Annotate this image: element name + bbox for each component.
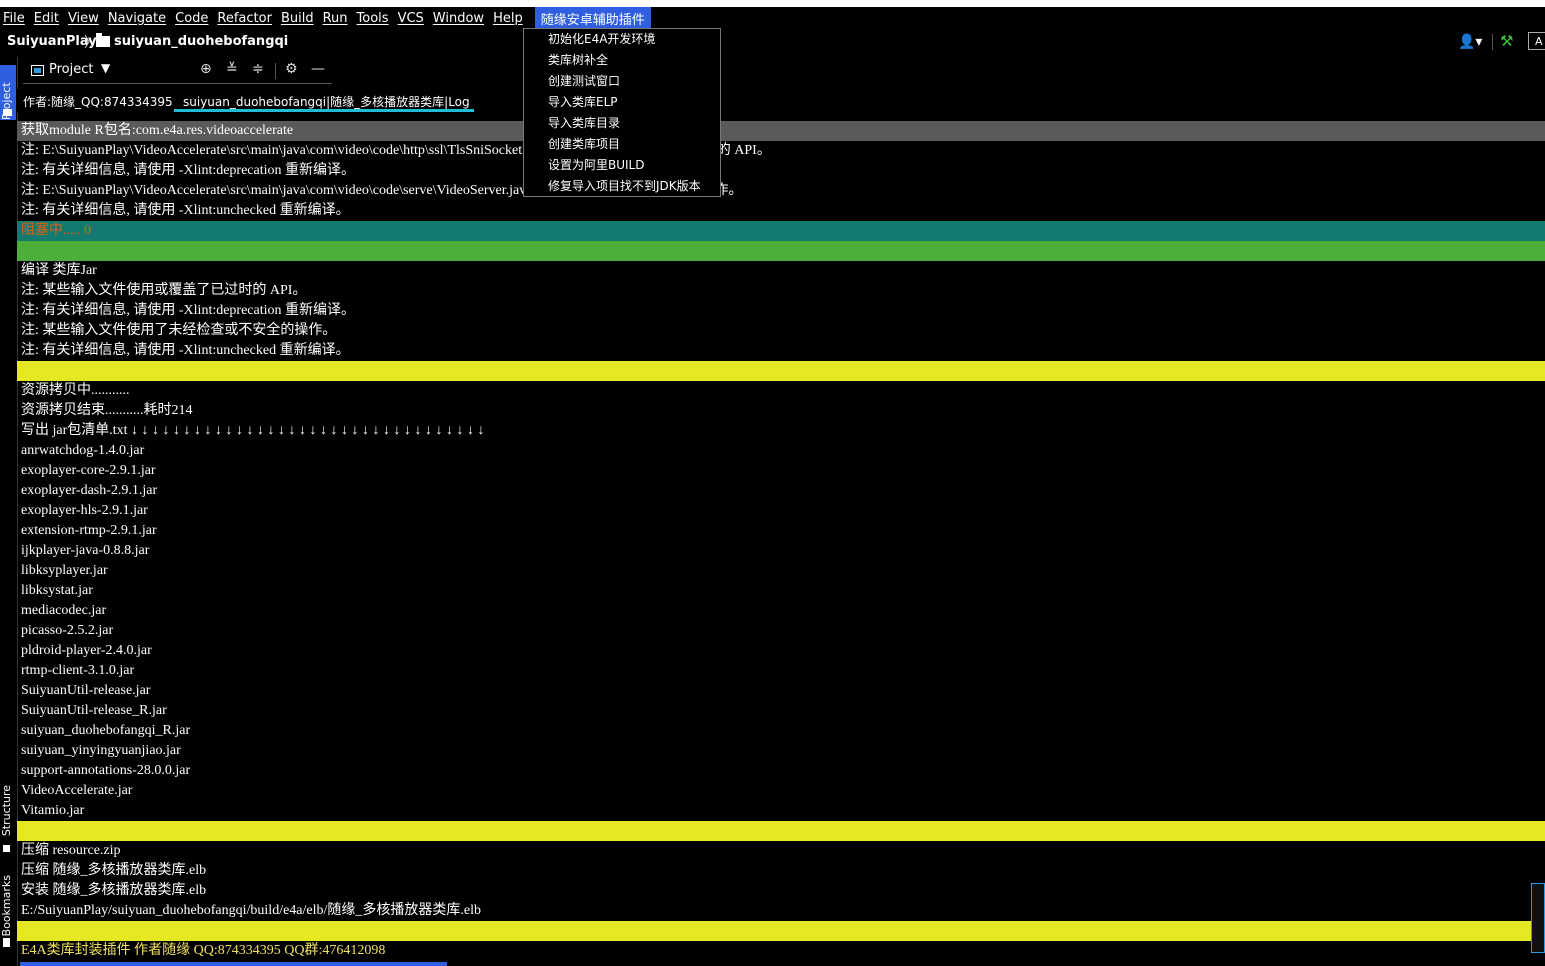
- console-line: 压缩 resource.zip: [21, 843, 121, 858]
- plugin-menu-item[interactable]: 导入类库ELP: [524, 92, 720, 113]
- run-config-button[interactable]: A: [1528, 32, 1545, 50]
- console-line: exoplayer-core-2.9.1.jar: [21, 463, 156, 478]
- console-line: 获取module R包名:com.e4a.res.videoaccelerate: [17, 121, 1545, 141]
- plugin-dropdown-menu: 初始化E4A开发环境 类库树补全 创建测试窗口 导入类库ELP 导入类库目录 创建类库项目…: [523, 28, 721, 197]
- tab-log[interactable]: suiyuan_duohebofangqi|随缘_多核播放器类库|Log: [183, 93, 470, 110]
- console-line: pldroid-player-2.4.0.jar: [21, 643, 152, 658]
- console-tab-bar: 作者:随缘_QQ:874334395 suiyuan_duohebofangqi…: [17, 89, 1545, 113]
- console-line: [17, 921, 1545, 941]
- menu-tools[interactable]: Tools: [354, 11, 395, 26]
- console-line: exoplayer-dash-2.9.1.jar: [21, 483, 158, 498]
- menu-plugin[interactable]: 随缘安卓辅助插件: [534, 6, 651, 30]
- plugin-menu-item[interactable]: 导入类库目录: [524, 113, 720, 134]
- menu-view[interactable]: View: [65, 11, 105, 26]
- breadcrumb-module[interactable]: suiyuan_duohebofangqi: [114, 34, 288, 49]
- console-line: [17, 361, 1545, 381]
- plugin-menu-item[interactable]: 设置为阿里BUILD: [524, 155, 720, 176]
- console-line: 资源拷贝结束...........耗时214: [21, 403, 193, 418]
- console-line: exoplayer-hls-2.9.1.jar: [21, 503, 148, 518]
- project-folder-icon: [3, 109, 12, 116]
- console-line: VideoAccelerate.jar: [21, 783, 133, 798]
- expand-all-icon[interactable]: ≚: [226, 61, 238, 77]
- console-line: 注: 有关详细信息, 请使用 -Xlint:deprecation 重新编译。: [21, 163, 356, 178]
- scrollbar-thumb[interactable]: [1531, 883, 1545, 953]
- project-view-title[interactable]: Project: [49, 62, 93, 77]
- menu-navigate[interactable]: Navigate: [105, 11, 172, 26]
- console-footer-line: E4A类库封装插件 作者随缘 QQ:874334395 QQ群:47641209…: [21, 943, 386, 958]
- console-line: E:/SuiyuanPlay/suiyuan_duohebofangqi/bui…: [21, 903, 482, 918]
- menu-help[interactable]: Help: [490, 11, 529, 26]
- menu-window[interactable]: Window: [430, 11, 490, 26]
- navigation-bar: SuiyuanPlay 〉 suiyuan_duohebofangqi 👤▾ ⚒…: [0, 29, 1545, 55]
- blocked-status-text: 阻塞中..... 0: [21, 223, 91, 238]
- folder-icon: [96, 33, 110, 47]
- log-console[interactable]: 获取module R包名:com.e4a.res.videoaccelerate…: [17, 121, 1545, 964]
- menu-bar: File Edit View Navigate Code Refactor Bu…: [0, 6, 1545, 30]
- console-line: 注: E:\SuiyuanPlay\VideoAccelerate\src\ma…: [21, 183, 743, 198]
- menu-run[interactable]: Run: [320, 11, 354, 26]
- locate-icon[interactable]: ⊕: [200, 61, 212, 77]
- console-line: extension-rtmp-2.9.1.jar: [21, 523, 157, 538]
- toolbar-divider: [275, 63, 276, 79]
- menu-code[interactable]: Code: [172, 11, 214, 26]
- console-line: suiyuan_yinyingyuanjiao.jar: [21, 743, 181, 758]
- menu-refactor[interactable]: Refactor: [214, 11, 278, 26]
- collapse-all-icon[interactable]: ≑: [252, 61, 264, 77]
- console-line: SuiyuanUtil-release.jar: [21, 683, 151, 698]
- console-line: 压缩 随缘_多核播放器类库.elb: [21, 863, 207, 878]
- console-line: rtmp-client-3.1.0.jar: [21, 663, 135, 678]
- console-line: suiyuan_duohebofangqi_R.jar: [21, 723, 191, 738]
- console-line: 资源拷贝中...........: [21, 383, 130, 398]
- console-line: [17, 241, 1545, 261]
- console-line: support-annotations-28.0.0.jar: [21, 763, 191, 778]
- gear-icon[interactable]: ⚙: [285, 61, 298, 77]
- console-line: 注: E:\SuiyuanPlay\VideoAccelerate\src\ma…: [21, 143, 771, 158]
- project-tool-window-header: Project ▼ ⊕ ≚ ≑ ⚙ —: [23, 58, 332, 84]
- menu-edit[interactable]: Edit: [31, 11, 65, 26]
- console-line: ijkplayer-java-0.8.8.jar: [21, 543, 150, 558]
- menu-file[interactable]: File: [0, 11, 31, 26]
- plugin-menu-item[interactable]: 创建测试窗口: [524, 71, 720, 92]
- console-line: 注: 有关详细信息, 请使用 -Xlint:deprecation 重新编译。: [21, 303, 356, 318]
- console-line: 阻塞中..... 0: [17, 221, 1545, 241]
- menu-vcs[interactable]: VCS: [395, 11, 430, 26]
- plugin-menu-item[interactable]: 类库树补全: [524, 50, 720, 71]
- toolbar-divider: [1492, 34, 1493, 50]
- hammer-icon[interactable]: ⚒: [1500, 32, 1518, 50]
- tab-author[interactable]: 作者:随缘_QQ:874334395: [23, 93, 173, 110]
- console-line: 注: 有关详细信息, 请使用 -Xlint:unchecked 重新编译。: [21, 343, 350, 358]
- plugin-menu-item[interactable]: 初始化E4A开发环境: [524, 29, 720, 50]
- project-window-icon: [31, 65, 44, 76]
- left-tool-strip: Project Structure Bookmarks: [0, 57, 18, 966]
- user-icon[interactable]: 👤▾: [1458, 34, 1482, 50]
- structure-icon: [3, 845, 10, 852]
- console-line: anrwatchdog-1.4.0.jar: [21, 443, 145, 458]
- console-line: libksystat.jar: [21, 583, 93, 598]
- window-top-edge: [0, 0, 1545, 7]
- console-line: libksyplayer.jar: [21, 563, 108, 578]
- console-line: 编译 类库Jar: [21, 263, 97, 278]
- console-line: 安装 随缘_多核播放器类库.elb: [21, 883, 207, 898]
- active-tab-indicator: [174, 109, 474, 112]
- console-line: picasso-2.5.2.jar: [21, 623, 114, 638]
- bottom-progress-edge: [20, 962, 447, 966]
- minimize-icon[interactable]: —: [311, 61, 325, 77]
- console-line: 注: 有关详细信息, 请使用 -Xlint:unchecked 重新编译。: [21, 203, 350, 218]
- console-line: 写出 jar包清单.txt ↓ ↓ ↓ ↓ ↓ ↓ ↓ ↓ ↓ ↓ ↓ ↓ ↓ …: [21, 423, 485, 438]
- sidebar-tab-bookmarks[interactable]: Bookmarks: [0, 875, 13, 936]
- console-line: 注: 某些输入文件使用了未经检查或不安全的操作。: [21, 323, 337, 338]
- chevron-down-icon[interactable]: ▼: [101, 61, 110, 75]
- console-line: Vitamio.jar: [21, 803, 85, 818]
- plugin-menu-item[interactable]: 创建类库项目: [524, 134, 720, 155]
- sidebar-tab-structure[interactable]: Structure: [0, 785, 13, 836]
- console-line: mediacodec.jar: [21, 603, 107, 618]
- console-line: [17, 821, 1545, 841]
- menu-build[interactable]: Build: [278, 11, 320, 26]
- plugin-menu-item[interactable]: 修复导入项目找不到JDK版本: [524, 176, 720, 197]
- console-line: 注: 某些输入文件使用或覆盖了已过时的 API。: [21, 283, 307, 298]
- bookmark-icon: [3, 938, 10, 947]
- console-line: SuiyuanUtil-release_R.jar: [21, 703, 167, 718]
